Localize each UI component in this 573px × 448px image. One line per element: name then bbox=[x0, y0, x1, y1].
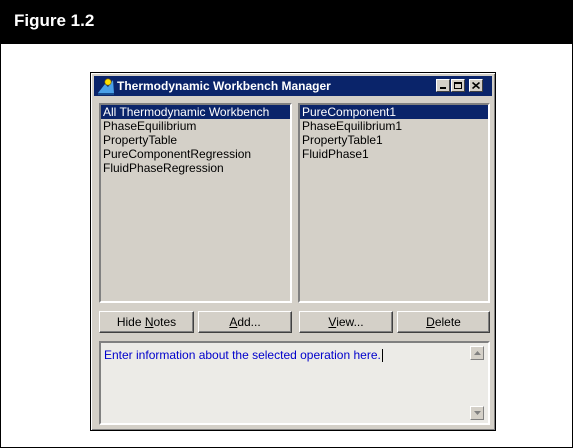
minimize-button[interactable] bbox=[436, 79, 450, 92]
scroll-down-button[interactable] bbox=[470, 406, 484, 420]
delete-label-suffix: elete bbox=[434, 315, 461, 329]
operation-list[interactable]: PureComponent1 PhaseEquilibrium1 PropertyT… bbox=[298, 103, 490, 303]
view-button[interactable]: View... bbox=[299, 311, 393, 333]
add-button[interactable]: Add... bbox=[198, 311, 292, 333]
hide-notes-label-prefix: Hide bbox=[116, 315, 145, 329]
workbench-manager-window: Thermodynamic Workbench Manager All Ther… bbox=[90, 72, 496, 431]
notes-textarea[interactable]: Enter information about the selected ope… bbox=[99, 341, 490, 425]
app-icon bbox=[98, 78, 114, 95]
operation-list-item[interactable]: FluidPhase1 bbox=[300, 147, 488, 161]
delete-accel: D bbox=[426, 315, 435, 329]
hide-notes-accel: N bbox=[144, 315, 154, 329]
window-titlebar[interactable]: Thermodynamic Workbench Manager bbox=[94, 76, 492, 96]
delete-button[interactable]: Delete bbox=[397, 311, 490, 333]
close-button[interactable] bbox=[469, 79, 483, 92]
maximize-button[interactable] bbox=[451, 79, 465, 92]
add-label-suffix: dd... bbox=[237, 315, 261, 329]
operation-list-item[interactable]: PropertyTable1 bbox=[300, 133, 488, 147]
category-list-item[interactable]: PhaseEquilibrium bbox=[101, 119, 290, 133]
category-list-item[interactable]: PureComponentRegression bbox=[101, 147, 290, 161]
notes-text: Enter information about the selected ope… bbox=[104, 348, 383, 363]
view-label-suffix: iew... bbox=[336, 315, 364, 329]
scroll-up-arrow-icon bbox=[474, 351, 481, 355]
notes-content: Enter information about the selected ope… bbox=[104, 348, 381, 362]
category-list-item[interactable]: FluidPhaseRegression bbox=[101, 161, 290, 175]
category-list-item[interactable]: PropertyTable bbox=[101, 133, 290, 147]
category-list[interactable]: All Thermodynamic Workbench PhaseEquilibr… bbox=[99, 103, 292, 303]
operation-list-item[interactable]: PureComponent1 bbox=[300, 105, 488, 119]
figure-title: Figure 1.2 bbox=[14, 11, 95, 30]
text-caret bbox=[381, 349, 383, 363]
operation-list-item[interactable]: PhaseEquilibrium1 bbox=[300, 119, 488, 133]
window-title: Thermodynamic Workbench Manager bbox=[117, 79, 331, 93]
figure-header: Figure 1.2 bbox=[0, 0, 573, 44]
close-icon bbox=[472, 82, 480, 89]
hide-notes-label-suffix: otes bbox=[153, 315, 177, 329]
scroll-down-arrow-icon bbox=[474, 411, 481, 415]
scroll-up-button[interactable] bbox=[470, 346, 484, 360]
category-list-item[interactable]: All Thermodynamic Workbench bbox=[101, 105, 290, 119]
hide-notes-button[interactable]: Hide Notes bbox=[99, 311, 194, 333]
